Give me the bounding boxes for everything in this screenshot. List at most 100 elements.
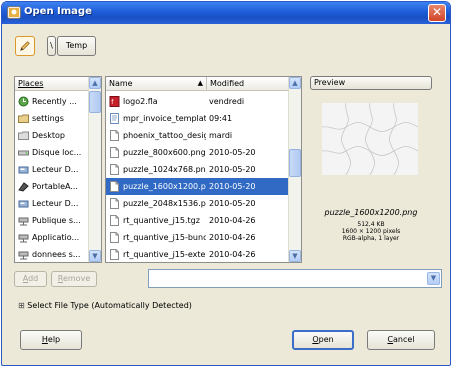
remove-bookmark-button[interactable]: Remove: [51, 271, 97, 287]
file-row[interactable]: rt_quantive_j15-extensi...2010-04-26: [106, 246, 289, 262]
expander-icon: ⊞: [18, 301, 25, 310]
preview-mode: RGB-alpha, 1 layer: [342, 235, 400, 242]
desktop-icon: [18, 131, 29, 140]
portable-icon: [18, 182, 29, 192]
file-row[interactable]: puzzle_1024x768.png 2010-05-20: [106, 161, 289, 178]
file-row[interactable]: puzzle_2048x1536.png2010-05-20: [106, 195, 289, 212]
file-name: rt_quantive_j15.tgz: [123, 216, 200, 225]
scroll-up-icon[interactable]: ▲: [289, 77, 301, 89]
file-row[interactable]: rt_quantive_j15-bundle.t...2010-04-26: [106, 229, 289, 246]
files-pane: Name ▲ Modified f logo2.fla vendredi mpr_in…: [105, 76, 302, 263]
modified-column-header[interactable]: Modified: [206, 77, 290, 91]
files-scroll-thumb[interactable]: [289, 149, 301, 177]
gimp-icon: [7, 6, 21, 19]
network-drive-icon: [18, 251, 29, 260]
preview-pane: Preview puzzle_1600x1200.png 512,4 KB 16…: [310, 76, 432, 263]
place-item-label: Lecteur D...: [32, 199, 79, 208]
scroll-up-icon[interactable]: ▲: [89, 77, 101, 89]
place-item-label: settings: [32, 114, 64, 123]
place-item-label: Desktop: [32, 131, 65, 140]
close-icon: ✕: [431, 5, 443, 19]
places-scrollbar[interactable]: ▲ ▼: [88, 77, 101, 262]
file-name: puzzle_2048x1536.png: [123, 199, 206, 208]
place-item[interactable]: Applicatio...: [15, 229, 89, 246]
scroll-down-icon[interactable]: ▼: [289, 250, 301, 262]
type-location-button[interactable]: [15, 36, 35, 56]
place-item-label: Applicatio...: [32, 233, 80, 242]
place-item[interactable]: Lecteur D...: [15, 161, 89, 178]
file-icon: [110, 130, 119, 141]
file-row[interactable]: phoenix_tattoo_design_...mardi: [106, 127, 289, 144]
file-modified: 2010-05-20: [209, 182, 256, 191]
places-header-label: Places: [18, 79, 44, 88]
preview-size: 512,4 KB: [357, 221, 385, 228]
place-item-label: PortableA...: [32, 182, 78, 191]
add-label: dd: [28, 274, 39, 283]
place-item-label: donnees s...: [32, 250, 81, 259]
chevron-down-icon[interactable]: ▼: [427, 272, 440, 285]
add-bookmark-button[interactable]: Add: [14, 271, 47, 287]
open-image-dialog: Open Image ✕ \ Temp Places Recently ... s…: [1, 1, 451, 366]
path-scroll-left-button[interactable]: \: [47, 36, 56, 56]
file-row[interactable]: f logo2.fla vendredi: [106, 93, 289, 110]
file-name: mpr_invoice_template.do...: [123, 114, 206, 123]
file-name: phoenix_tattoo_design_...: [123, 131, 206, 140]
file-name: rt_quantive_j15-extensi...: [123, 250, 206, 259]
file-modified: 2010-04-26: [209, 250, 256, 259]
file-row[interactable]: rt_quantive_j15.tgz 2010-04-26: [106, 212, 289, 229]
network-drive-icon: [18, 234, 29, 243]
path-separator-icon: \: [50, 41, 53, 50]
open-button[interactable]: Open: [292, 330, 354, 350]
scroll-down-icon[interactable]: ▼: [89, 250, 101, 262]
file-name: logo2.fla: [123, 97, 158, 106]
file-row[interactable]: puzzle_1600x1200.png2010-05-20: [106, 178, 289, 195]
file-modified: 09:41: [209, 114, 233, 123]
file-name: puzzle_800x600.png: [123, 148, 206, 157]
place-item[interactable]: Recently ...: [15, 93, 89, 110]
place-item-label: Recently ...: [32, 97, 77, 106]
file-row[interactable]: puzzle_800x600.png 2010-05-20: [106, 144, 289, 161]
file-icon: [110, 215, 119, 226]
path-button-label: Temp: [65, 41, 88, 50]
file-type-expander[interactable]: ⊞ Select File Type (Automatically Detect…: [18, 300, 192, 312]
file-icon: [110, 164, 119, 175]
name-column-label: Name: [109, 79, 133, 88]
file-row[interactable]: mpr_invoice_template.do...09:41: [106, 110, 289, 127]
file-modified: 2010-04-26: [209, 233, 256, 242]
place-item[interactable]: Desktop: [15, 127, 89, 144]
place-item[interactable]: donnees s...: [15, 246, 89, 262]
place-item[interactable]: Publique s...: [15, 212, 89, 229]
place-item[interactable]: settings: [15, 110, 89, 127]
places-scroll-thumb[interactable]: [89, 91, 101, 113]
file-type-label: Select File Type (Automatically Detected…: [27, 301, 192, 310]
file-modified: 2010-05-20: [209, 199, 256, 208]
place-item[interactable]: PortableA...: [15, 178, 89, 195]
file-modified: mardi: [209, 131, 233, 140]
place-item[interactable]: Lecteur D...: [15, 195, 89, 212]
close-button[interactable]: ✕: [428, 4, 446, 22]
files-scrollbar[interactable]: ▲ ▼: [288, 77, 301, 262]
cancel-button[interactable]: Cancel: [367, 330, 435, 350]
sort-ascending-icon: ▲: [197, 79, 203, 87]
doc-file-icon: [110, 113, 119, 124]
place-item-label: Publique s...: [32, 216, 81, 225]
network-drive-icon: [18, 217, 29, 226]
file-modified: 2010-04-26: [209, 216, 256, 225]
window-title: Open Image: [24, 6, 92, 17]
file-name: puzzle_1024x768.png: [123, 165, 206, 174]
preview-filename: puzzle_1600x1200.png: [324, 208, 418, 217]
path-button-temp[interactable]: Temp: [57, 36, 96, 56]
name-column-header[interactable]: Name ▲: [106, 77, 206, 91]
title-bar[interactable]: Open Image ✕: [2, 2, 450, 24]
places-header[interactable]: Places: [15, 77, 89, 91]
preview-header[interactable]: Preview: [310, 76, 432, 90]
drive-icon: [18, 200, 29, 208]
modified-column-label: Modified: [210, 79, 245, 88]
file-modified: vendredi: [209, 97, 245, 106]
place-item-label: Disque loc...: [32, 148, 82, 157]
file-filter-combo[interactable]: ▼: [148, 269, 442, 288]
help-button[interactable]: Help: [20, 330, 82, 350]
folder-icon: [18, 114, 29, 123]
file-modified: 2010-05-20: [209, 165, 256, 174]
place-item[interactable]: Disque loc...: [15, 144, 89, 161]
